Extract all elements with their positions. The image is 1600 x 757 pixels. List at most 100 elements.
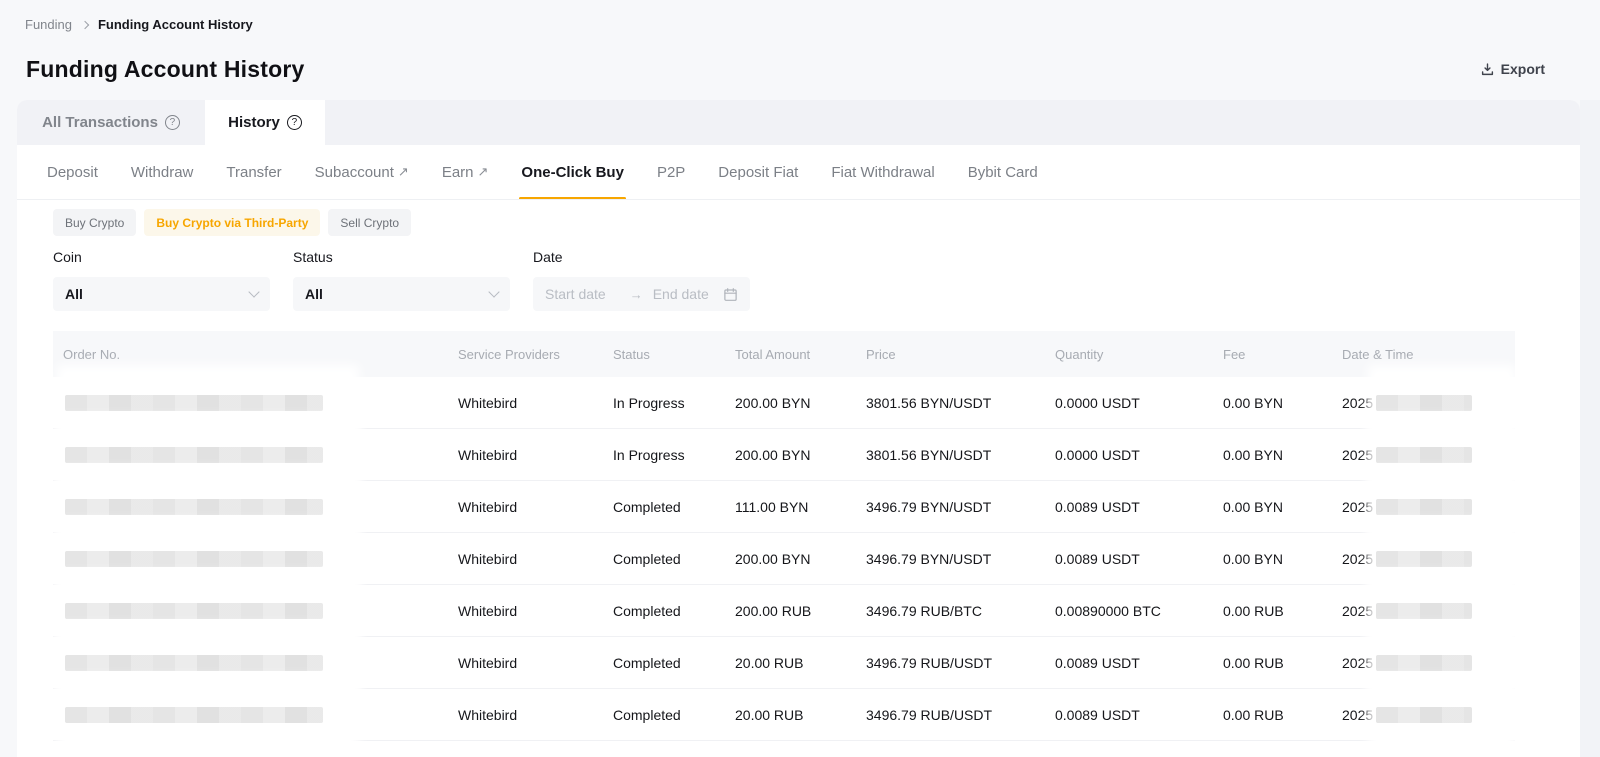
order-no-redacted	[65, 477, 351, 536]
status-select[interactable]: All	[293, 277, 510, 311]
date-year: 2025	[1342, 395, 1373, 411]
date-filter: Date Start date → End date	[533, 249, 750, 311]
end-date-placeholder[interactable]: End date	[653, 286, 709, 302]
date-range-input[interactable]: Start date → End date	[533, 277, 750, 311]
order-no-redacted	[65, 581, 351, 640]
table-row: Whitebird Completed 200.00 BYN 3496.79 B…	[53, 533, 1515, 585]
column-header-total-amount: Total Amount	[725, 347, 856, 362]
cell-quantity: 0.0089 USDT	[1045, 533, 1213, 584]
cell-fee: 0.00 BYN	[1213, 377, 1332, 428]
date-redacted	[1376, 633, 1508, 692]
cell-date-time: 2025	[1332, 585, 1515, 636]
table-row: Whitebird Completed 200.00 RUB 3496.79 R…	[53, 585, 1515, 637]
table-row: Whitebird Completed 20.00 RUB 3496.79 RU…	[53, 637, 1515, 689]
date-year: 2025	[1342, 499, 1373, 515]
cell-total-amount: 20.00 RUB	[725, 689, 856, 740]
cell-total-amount: 200.00 BYN	[725, 429, 856, 480]
subtab-divider	[17, 199, 1580, 200]
column-header-status: Status	[603, 347, 725, 362]
subtab-p2p[interactable]: P2P	[655, 145, 687, 200]
cell-order-no	[53, 689, 448, 740]
cell-service-provider: Whitebird	[448, 533, 603, 584]
calendar-icon[interactable]	[723, 287, 738, 302]
cell-total-amount: 200.00 BYN	[725, 533, 856, 584]
cell-quantity: 0.0000 USDT	[1045, 429, 1213, 480]
cell-fee: 0.00 RUB	[1213, 585, 1332, 636]
cell-quantity: 0.00890000 BTC	[1045, 585, 1213, 636]
date-redacted	[1376, 685, 1508, 744]
date-redacted	[1376, 477, 1508, 536]
table-row: Whitebird Completed 20.00 RUB 3496.79 RU…	[53, 689, 1515, 741]
breadcrumb-chevron-icon	[81, 21, 89, 29]
date-filter-label: Date	[533, 249, 750, 265]
start-date-placeholder[interactable]: Start date	[545, 286, 606, 302]
column-header-price: Price	[856, 347, 1045, 362]
order-no-redacted	[65, 529, 351, 588]
cell-price: 3496.79 BYN/USDT	[856, 533, 1045, 584]
help-icon[interactable]: ?	[165, 115, 180, 130]
filters: Coin All Status All Date Start date → En…	[53, 249, 750, 311]
subtab-transfer[interactable]: Transfer	[224, 145, 283, 200]
cell-price: 3496.79 BYN/USDT	[856, 481, 1045, 532]
tab-all-transactions[interactable]: All Transactions ?	[17, 100, 205, 145]
cell-order-no	[53, 481, 448, 532]
subtab-deposit[interactable]: Deposit	[45, 145, 100, 200]
subtab-one-click-buy[interactable]: One-Click Buy	[519, 145, 626, 200]
column-header-service-providers: Service Providers	[448, 347, 603, 362]
pill-buy-crypto-via-third-party[interactable]: Buy Crypto via Third-Party	[144, 209, 320, 236]
coin-filter-label: Coin	[53, 249, 270, 265]
chevron-down-icon	[248, 286, 259, 297]
coin-filter: Coin All	[53, 249, 270, 311]
export-button[interactable]: Export	[1480, 61, 1545, 77]
cell-price: 3801.56 BYN/USDT	[856, 429, 1045, 480]
page-gutter	[1580, 100, 1600, 757]
table-header-row: Order No. Service Providers Status Total…	[53, 331, 1515, 377]
cell-status: Completed	[603, 481, 725, 532]
column-header-quantity: Quantity	[1045, 347, 1213, 362]
status-filter-label: Status	[293, 249, 510, 265]
cell-total-amount: 200.00 BYN	[725, 377, 856, 428]
tab-history[interactable]: History ?	[205, 100, 325, 145]
subtab-fiat-withdrawal[interactable]: Fiat Withdrawal	[829, 145, 936, 200]
cell-quantity: 0.0089 USDT	[1045, 481, 1213, 532]
cell-status: In Progress	[603, 429, 725, 480]
breadcrumb-parent-link[interactable]: Funding	[25, 17, 72, 32]
coin-select[interactable]: All	[53, 277, 270, 311]
coin-select-value: All	[65, 286, 250, 302]
cell-service-provider: Whitebird	[448, 377, 603, 428]
cell-date-time: 2025	[1332, 377, 1515, 428]
top-tab-bar: All Transactions ? History ?	[17, 100, 1580, 145]
external-link-icon: ↗	[398, 164, 409, 180]
subtab-earn[interactable]: Earn ↗	[440, 145, 491, 200]
subtab-withdraw[interactable]: Withdraw	[129, 145, 196, 200]
column-header-fee: Fee	[1213, 347, 1332, 362]
column-header-date-time: Date & Time	[1332, 347, 1515, 362]
table-row: Whitebird In Progress 200.00 BYN 3801.56…	[53, 377, 1515, 429]
export-label: Export	[1501, 61, 1545, 77]
cell-total-amount: 200.00 RUB	[725, 585, 856, 636]
cell-fee: 0.00 BYN	[1213, 533, 1332, 584]
subtab-bybit-card[interactable]: Bybit Card	[966, 145, 1040, 200]
date-redacted	[1376, 373, 1508, 432]
cell-service-provider: Whitebird	[448, 689, 603, 740]
cell-fee: 0.00 RUB	[1213, 689, 1332, 740]
pill-buy-crypto[interactable]: Buy Crypto	[53, 209, 136, 236]
subtab-deposit-fiat[interactable]: Deposit Fiat	[716, 145, 800, 200]
table-row: Whitebird In Progress 200.00 BYN 3801.56…	[53, 429, 1515, 481]
breadcrumb-current: Funding Account History	[98, 17, 253, 32]
cell-service-provider: Whitebird	[448, 585, 603, 636]
pill-sell-crypto[interactable]: Sell Crypto	[328, 209, 411, 236]
cell-price: 3801.56 BYN/USDT	[856, 377, 1045, 428]
cell-price: 3496.79 RUB/USDT	[856, 689, 1045, 740]
subtab-subaccount[interactable]: Subaccount ↗	[313, 145, 411, 200]
tab-history-label: History	[228, 114, 280, 131]
cell-order-no	[53, 637, 448, 688]
cell-status: Completed	[603, 637, 725, 688]
buy-type-pill-group: Buy Crypto Buy Crypto via Third-Party Sell…	[53, 209, 411, 236]
status-select-value: All	[305, 286, 490, 302]
help-icon[interactable]: ?	[287, 115, 302, 130]
page-title: Funding Account History	[26, 56, 304, 83]
range-arrow-icon: →	[630, 287, 643, 302]
date-year: 2025	[1342, 655, 1373, 671]
cell-date-time: 2025	[1332, 533, 1515, 584]
